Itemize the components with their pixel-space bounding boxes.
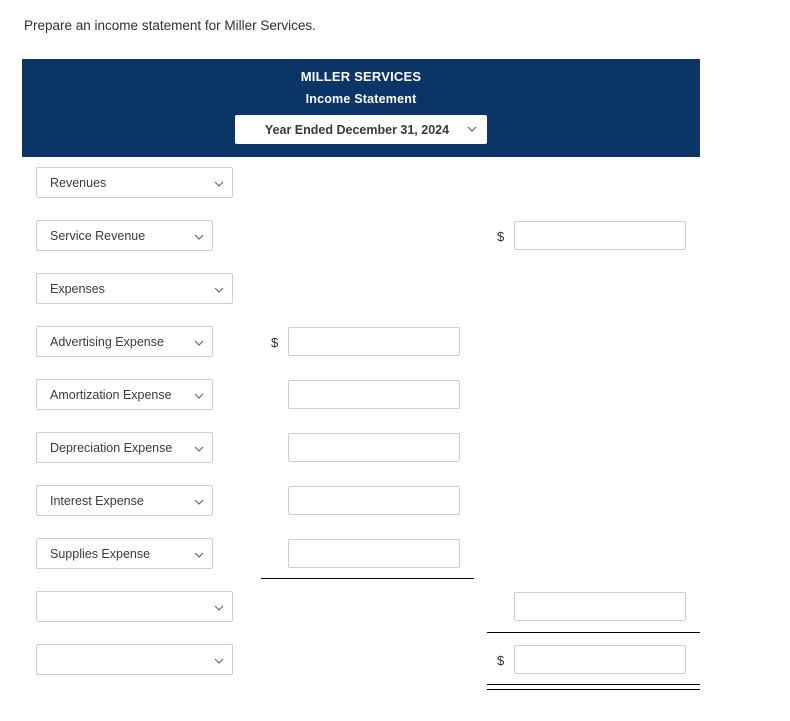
account-select-wrapper-net-income: RevenuesExpensesService RevenueAdvertisi… — [36, 644, 233, 675]
dollar-sign-right-service-revenue: $ — [497, 229, 505, 244]
amount-input-net-income[interactable] — [514, 645, 686, 674]
net-income-double-rule — [487, 684, 700, 690]
account-select-wrapper-interest-expense: RevenuesExpensesService RevenueAdvertisi… — [36, 485, 213, 516]
account-select-interest-expense[interactable]: RevenuesExpensesService RevenueAdvertisi… — [36, 485, 213, 516]
account-select-advertising-expense[interactable]: RevenuesExpensesService RevenueAdvertisi… — [36, 326, 213, 357]
amount-input-total-expenses[interactable] — [514, 592, 686, 621]
account-select-depreciation-expense[interactable]: RevenuesExpensesService RevenueAdvertisi… — [36, 432, 213, 463]
account-select-total-expenses[interactable]: RevenuesExpensesService RevenueAdvertisi… — [36, 591, 233, 622]
amount-input-supplies-expense[interactable] — [288, 539, 460, 568]
dollar-sign-mid-advertising-expense: $ — [271, 335, 279, 350]
account-select-wrapper-revenues-section: RevenuesExpensesService RevenueAdvertisi… — [36, 167, 233, 198]
account-select-supplies-expense[interactable]: RevenuesExpensesService RevenueAdvertisi… — [36, 538, 213, 569]
account-select-wrapper-supplies-expense: RevenuesExpensesService RevenueAdvertisi… — [36, 538, 213, 569]
account-select-amortization-expense[interactable]: RevenuesExpensesService RevenueAdvertisi… — [36, 379, 213, 410]
account-select-wrapper-depreciation-expense: RevenuesExpensesService RevenueAdvertisi… — [36, 432, 213, 463]
amount-input-depreciation-expense[interactable] — [288, 433, 460, 462]
account-select-net-income[interactable]: RevenuesExpensesService RevenueAdvertisi… — [36, 644, 233, 675]
account-select-expenses-section[interactable]: RevenuesExpensesService RevenueAdvertisi… — [36, 273, 233, 304]
amount-input-interest-expense[interactable] — [288, 486, 460, 515]
account-select-service-revenue[interactable]: RevenuesExpensesService RevenueAdvertisi… — [36, 220, 213, 251]
statement-title: Income Statement — [305, 92, 417, 106]
expense-subtotal-rule — [261, 578, 474, 579]
account-select-wrapper-service-revenue: RevenuesExpensesService RevenueAdvertisi… — [36, 220, 213, 251]
account-select-wrapper-expenses-section: RevenuesExpensesService RevenueAdvertisi… — [36, 273, 233, 304]
account-select-wrapper-amortization-expense: RevenuesExpensesService RevenueAdvertisi… — [36, 379, 213, 410]
page-title: Prepare an income statement for Miller S… — [24, 18, 316, 33]
account-select-revenues-section[interactable]: RevenuesExpensesService RevenueAdvertisi… — [36, 167, 233, 198]
amount-input-amortization-expense[interactable] — [288, 380, 460, 409]
account-select-wrapper-advertising-expense: RevenuesExpensesService RevenueAdvertisi… — [36, 326, 213, 357]
dollar-sign-right-net-income: $ — [497, 653, 505, 668]
period-select[interactable]: Year Ended December 31, 2024Month Ended … — [235, 115, 487, 144]
net-income-top-rule — [487, 632, 700, 633]
amount-input-advertising-expense[interactable] — [288, 327, 460, 356]
account-select-wrapper-total-expenses: RevenuesExpensesService RevenueAdvertisi… — [36, 591, 233, 622]
amount-input-service-revenue[interactable] — [514, 221, 686, 250]
income-statement-banner: MILLER SERVICES Income Statement Year En… — [22, 59, 700, 157]
company-name: MILLER SERVICES — [300, 69, 422, 84]
